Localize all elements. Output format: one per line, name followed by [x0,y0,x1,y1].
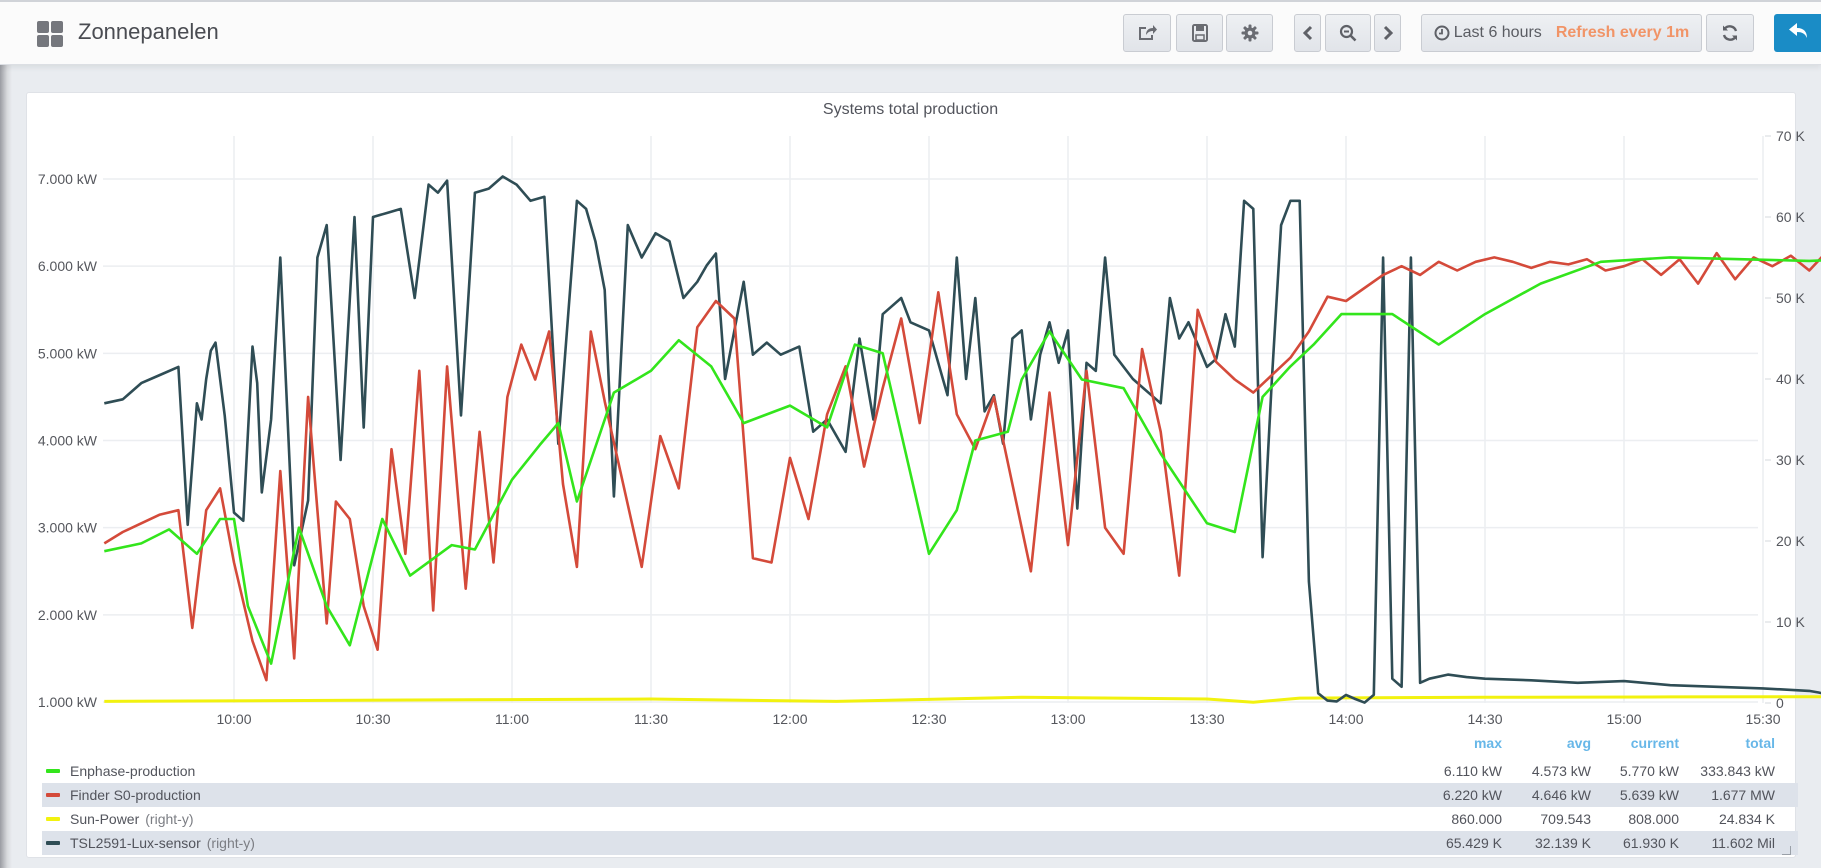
legend-max: 6.110 kW [1443,763,1502,779]
series-line-tsl2591-lux-sensor [104,175,1821,704]
y-right-tick-label: 30 K [1776,452,1805,468]
legend-series-name-wrap: Finder S0-production [70,787,207,803]
x-tick-label: 12:00 [772,711,807,727]
legend-total: 1.677 MW [1711,787,1775,803]
legend-swatch[interactable] [46,817,60,821]
legend-series-name: TSL2591-Lux-sensor [70,835,201,851]
legend-total: 11.602 Mil [1711,835,1775,851]
y-left-tick-label: 5.000 kW [38,345,98,361]
legend-series-name: Finder S0-production [70,787,201,803]
legend-avg: 709.543 [1540,811,1591,827]
x-tick-label: 10:30 [355,711,390,727]
y-left-tick-label: 3.000 kW [38,520,98,536]
legend-series-name-wrap: TSL2591-Lux-sensor (right-y) [70,835,255,851]
legend-max: 6.220 kW [1442,787,1502,803]
x-tick-label: 13:00 [1050,711,1085,727]
legend-header-current[interactable]: current [1589,735,1679,755]
legend-swatch[interactable] [46,841,60,845]
legend-swatch[interactable] [46,769,60,773]
legend-series-name: Sun-Power [70,811,140,827]
y-right-tick-label: 70 K [1776,128,1805,144]
y-left-tick-label: 7.000 kW [38,171,98,187]
x-tick-label: 13:30 [1189,711,1224,727]
x-axis: 10:00 10:30 11:00 11:30 12:00 12:30 13:00 13:30… [216,711,1780,727]
legend-current: 61.930 K [1622,835,1679,851]
x-tick-label: 11:30 [634,711,668,727]
y-right-tick-label: 60 K [1776,209,1805,225]
legend-avg: 4.573 kW [1531,763,1591,779]
legend-max: 860.000 [1451,811,1502,827]
legend-row-lux-sensor[interactable]: TSL2591-Lux-sensor (right-y) 65.429 K 32.… [42,831,1798,855]
y-left-tick-label: 1.000 kW [38,694,98,710]
legend-series-name-wrap: Enphase-production [70,763,201,779]
y-right-tick-label: 20 K [1776,533,1805,549]
legend-current: 808.000 [1628,811,1679,827]
x-tick-label: 11:00 [495,711,529,727]
legend-series-name: Enphase-production [70,763,196,779]
legend-current: 5.770 kW [1619,763,1679,779]
legend-axis-note: (right-y) [206,835,255,851]
legend-series-name-wrap: Sun-Power (right-y) [70,811,194,827]
y-axis-right: 010 K20 K30 K40 K50 K60 K70 K [1765,128,1805,711]
legend-header-total[interactable]: total [1685,735,1775,755]
legend-axis-note: (right-y) [145,811,194,827]
legend-avg: 32.139 K [1534,835,1591,851]
legend-current: 5.639 kW [1619,787,1679,803]
legend-row-enphase[interactable]: Enphase-production 6.110 kW 4.573 kW 5.7… [42,759,1798,783]
legend-avg: 4.646 kW [1531,787,1591,803]
legend-total: 24.834 K [1718,811,1775,827]
legend-header-max[interactable]: max [1412,735,1502,755]
legend-header-avg[interactable]: avg [1501,735,1591,755]
x-tick-label: 15:30 [1745,711,1780,727]
x-tick-label: 14:30 [1467,711,1502,727]
x-tick-label: 14:00 [1328,711,1363,727]
y-right-tick-label: 10 K [1776,614,1805,630]
series-lines [103,175,1821,704]
series-line-finder-s0-production [103,251,1821,682]
y-left-tick-label: 6.000 kW [38,258,98,274]
panel-resize-handle[interactable] [1782,846,1791,855]
y-left-tick-label: 4.000 kW [38,433,98,449]
legend-total: 333.843 kW [1700,763,1775,779]
y-axis-left: 1.000 kW 2.000 kW 3.000 kW 4.000 kW 5.000 kW… [38,171,98,710]
x-tick-label: 12:30 [911,711,946,727]
x-tick-label: 10:00 [216,711,251,727]
chart-grid [103,136,1764,703]
legend-row-sun-power[interactable]: Sun-Power (right-y) 860.000 709.543 808.0… [42,807,1798,831]
legend-swatch[interactable] [46,793,60,797]
x-tick-label: 15:00 [1606,711,1641,727]
legend-max: 65.429 K [1445,835,1502,851]
legend-row-finder[interactable]: Finder S0-production 6.220 kW 4.646 kW 5… [42,783,1798,807]
y-right-tick-label: 40 K [1776,371,1805,387]
y-left-tick-label: 2.000 kW [38,607,98,623]
y-right-tick-label: 50 K [1776,290,1805,306]
